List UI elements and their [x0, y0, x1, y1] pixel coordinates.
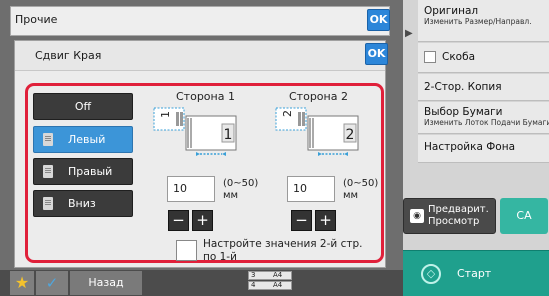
side1-title: Сторона 1 — [176, 90, 235, 103]
right-item-title: Настройка Фона — [424, 141, 516, 153]
preview-button[interactable]: ◉ Предварит. Просмотр — [403, 198, 496, 234]
right-item-title: Оригинал — [424, 5, 479, 17]
document-icon — [43, 165, 53, 178]
other-dialog-title: Прочие — [15, 13, 58, 26]
dialog-header: Сдвиг Края — [15, 41, 385, 71]
side1-shift-diagram-icon: 1 1 — [153, 107, 237, 156]
side2-minus-button[interactable]: − — [291, 210, 312, 231]
side2-range-text: (0~50) — [343, 178, 379, 189]
right-item-staple[interactable]: Скоба — [418, 43, 549, 73]
side2-plus-button[interactable]: + — [315, 210, 336, 231]
right-item-title: Выбор Бумаги — [424, 106, 503, 118]
side1-page-number: 1 — [224, 127, 233, 143]
right-item-background[interactable]: Настройка Фона — [418, 135, 549, 163]
tray-number: 4 — [251, 281, 256, 289]
ca-button[interactable]: CA — [500, 198, 548, 234]
tray-number: 3 — [251, 271, 256, 279]
back-button[interactable]: Назад — [70, 271, 142, 295]
document-icon — [43, 133, 53, 146]
side2-value-input[interactable]: 10 — [287, 176, 335, 202]
tray-size: A4 — [273, 281, 283, 289]
start-label: Старт — [457, 267, 492, 280]
side1-range: (0~50) мм — [223, 178, 258, 202]
start-button[interactable]: ◇ Старт — [403, 250, 549, 296]
svg-text:2: 2 — [281, 110, 294, 117]
side1-unit: мм — [223, 190, 239, 201]
start-icon: ◇ — [421, 264, 441, 284]
side1-value-input[interactable]: 10 — [167, 176, 215, 202]
dialog-title: Сдвиг Края — [35, 49, 102, 62]
right-item-original[interactable]: Оригинал Изменить Размер/Направл. — [418, 0, 549, 42]
direction-label: Правый — [68, 165, 113, 178]
direction-label: Вниз — [68, 197, 96, 210]
other-ok-button[interactable]: OK — [367, 9, 390, 31]
direction-down-button[interactable]: Вниз — [33, 190, 133, 217]
expand-arrow-icon[interactable]: ▶ — [405, 28, 415, 42]
dialog-ok-button[interactable]: OK — [365, 43, 388, 65]
tray-indicator: 4 A4 — [248, 281, 292, 290]
side1-plus-button[interactable]: + — [192, 210, 213, 231]
direction-left-button[interactable]: Левый — [33, 126, 133, 153]
document-icon — [43, 197, 53, 210]
preview-label: Предварит. Просмотр — [428, 204, 489, 227]
side2-shift-diagram-icon: 2 2 — [275, 107, 359, 156]
side2-unit: мм — [343, 190, 359, 201]
right-item-title: 2-Стор. Копия — [424, 81, 502, 93]
direction-right-button[interactable]: Правый — [33, 158, 133, 185]
side2-page-number: 2 — [346, 127, 355, 143]
star-icon[interactable]: ★ — [10, 271, 34, 295]
same-as-page1-checkbox[interactable] — [176, 240, 197, 261]
side1-range-text: (0~50) — [223, 178, 259, 189]
check-icon[interactable]: ✓ — [36, 271, 68, 295]
right-item-subtitle: Изменить Лоток Подачи Бумаги — [424, 118, 549, 127]
right-item-duplex[interactable]: 2-Стор. Копия — [418, 74, 549, 101]
same-as-page1-label: Настройте значения 2-й стр. по 1-й — [203, 238, 363, 262]
direction-label: Левый — [68, 133, 106, 146]
right-item-title: Скоба — [442, 51, 476, 63]
svg-text:1: 1 — [159, 111, 172, 118]
tray-indicator: 3 A4 — [248, 271, 292, 280]
staple-checkbox[interactable] — [424, 51, 436, 63]
right-item-paper-select[interactable]: Выбор Бумаги Изменить Лоток Подачи Бумаг… — [418, 102, 549, 134]
side2-title: Сторона 2 — [289, 90, 348, 103]
other-dialog: Прочие — [10, 6, 390, 36]
right-item-subtitle: Изменить Размер/Направл. — [424, 17, 532, 26]
side1-minus-button[interactable]: − — [168, 210, 189, 231]
side2-range: (0~50) мм — [343, 178, 378, 202]
tray-size: A4 — [273, 271, 283, 279]
direction-off-button[interactable]: Off — [33, 93, 133, 120]
preview-icon: ◉ — [410, 209, 424, 223]
direction-label: Off — [74, 100, 92, 113]
